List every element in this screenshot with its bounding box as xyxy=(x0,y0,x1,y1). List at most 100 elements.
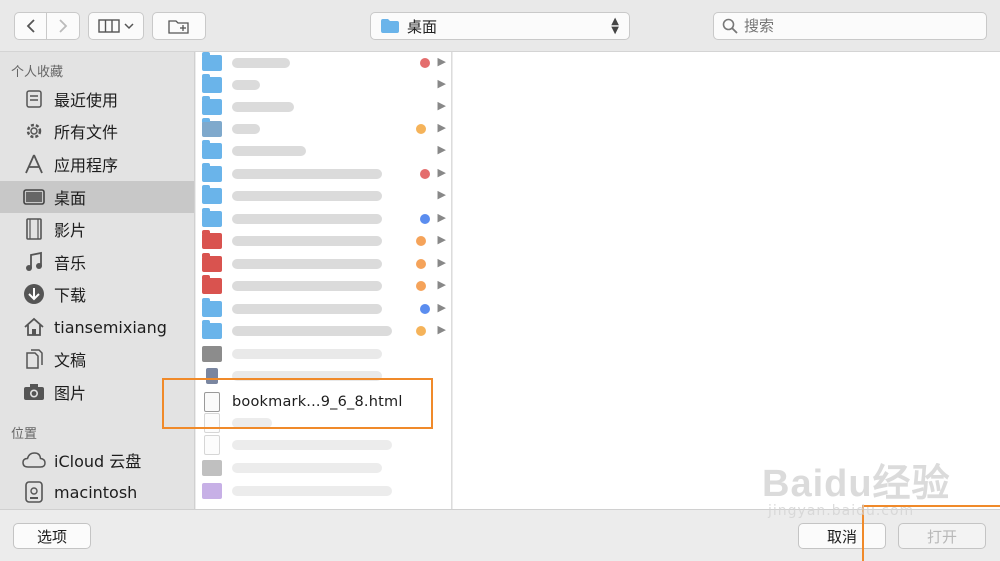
blurred-filename xyxy=(232,169,382,179)
sidebar-item-documents[interactable]: 文稿 xyxy=(0,343,194,375)
list-item[interactable]: ▶ xyxy=(196,163,451,185)
red-tag-icon xyxy=(420,58,430,68)
blurred-filename xyxy=(232,124,260,134)
sidebar-item-label: 影片 xyxy=(54,221,87,240)
folder-icon xyxy=(202,230,222,249)
chevron-right-icon: ▶ xyxy=(437,301,446,314)
folder-icon xyxy=(202,140,222,159)
video-file-icon xyxy=(202,346,222,362)
blurred-filename xyxy=(232,58,290,68)
blurred-filename xyxy=(232,326,392,336)
sidebar-item-home[interactable]: tiansemixiang xyxy=(0,311,194,343)
sidebar-item-recents[interactable]: 最近使用 xyxy=(0,83,194,115)
disk-icon xyxy=(22,480,46,504)
search-field[interactable] xyxy=(713,12,987,40)
bottom-bar: 选项 取消 打开 xyxy=(0,509,1000,561)
chevron-right-icon: ▶ xyxy=(437,166,446,179)
sidebar-item-icloud[interactable]: iCloud 云盘 xyxy=(0,444,194,476)
sidebar-item-label: 文稿 xyxy=(54,351,87,370)
sidebar-item-downloads[interactable]: 下载 xyxy=(0,278,194,310)
list-item[interactable]: ▶ xyxy=(196,185,451,207)
desktop-icon xyxy=(22,185,46,209)
sidebar-item-all-files[interactable]: 所有文件 xyxy=(0,115,194,147)
back-button[interactable] xyxy=(14,12,47,40)
chevron-right-icon: ▶ xyxy=(437,256,446,269)
sidebar-item-desktop[interactable]: 桌面 xyxy=(0,181,194,213)
blurred-filename xyxy=(232,281,382,291)
folder-icon xyxy=(202,74,222,93)
blurred-filename xyxy=(232,191,382,201)
blurred-filename xyxy=(232,236,382,246)
list-item xyxy=(196,457,451,479)
list-item[interactable]: ▶ xyxy=(196,275,451,297)
list-item[interactable]: ▶ xyxy=(196,140,451,162)
chevron-right-icon: ▶ xyxy=(437,143,446,156)
folder-icon xyxy=(202,96,222,115)
recents-icon xyxy=(22,87,46,111)
list-item[interactable]: ▶ xyxy=(196,320,451,342)
options-button[interactable]: 选项 xyxy=(13,523,91,549)
blurred-filename xyxy=(232,486,392,496)
chevron-right-icon xyxy=(59,19,68,33)
folder-icon xyxy=(202,52,222,71)
list-item[interactable]: ▶ xyxy=(196,298,451,320)
orange-tag-icon xyxy=(416,281,426,291)
chevron-right-icon: ▶ xyxy=(437,323,446,336)
orange-tag-icon xyxy=(416,124,426,134)
folder-icon xyxy=(202,253,222,272)
sidebar-item-macintosh[interactable]: macintosh xyxy=(0,476,194,508)
list-item xyxy=(196,343,451,365)
sidebar-item-label: 桌面 xyxy=(54,189,87,208)
list-item[interactable]: ▶ xyxy=(196,118,451,140)
location-label: 桌面 xyxy=(407,17,438,36)
nav-buttons xyxy=(14,12,80,40)
new-folder-button[interactable] xyxy=(152,12,206,40)
blurred-filename xyxy=(232,304,382,314)
preview-pane xyxy=(453,52,1000,509)
highlight-box-open xyxy=(862,505,1000,561)
blurred-filename xyxy=(232,349,382,359)
chevron-right-icon: ▶ xyxy=(437,77,446,90)
list-item[interactable]: ▶ xyxy=(196,52,451,74)
folder-icon xyxy=(202,208,222,227)
applications-icon xyxy=(22,152,46,176)
blurred-filename xyxy=(232,214,382,224)
chevron-right-icon: ▶ xyxy=(437,278,446,291)
list-item[interactable]: ▶ xyxy=(196,74,451,96)
downloads-icon xyxy=(22,282,46,306)
folder-icon xyxy=(202,298,222,317)
sidebar-item-label: macintosh xyxy=(54,482,138,502)
list-item[interactable]: ▶ xyxy=(196,208,451,230)
forward-button[interactable] xyxy=(47,12,80,40)
sidebar-item-applications[interactable]: 应用程序 xyxy=(0,148,194,180)
list-item[interactable]: ▶ xyxy=(196,253,451,275)
view-mode-button[interactable] xyxy=(88,12,144,40)
folder-icon xyxy=(202,320,222,339)
list-item[interactable]: ▶ xyxy=(196,96,451,118)
folder-icon xyxy=(202,185,222,204)
sidebar-item-label: 所有文件 xyxy=(54,123,119,142)
sidebar-item-movies[interactable]: 影片 xyxy=(0,213,194,245)
sidebar-item-label: 图片 xyxy=(54,384,87,403)
chevron-right-icon: ▶ xyxy=(437,55,446,68)
documents-icon xyxy=(22,347,46,371)
sidebar-item-music[interactable]: 音乐 xyxy=(0,246,194,278)
column-view-icon xyxy=(98,19,120,33)
list-item[interactable]: ▶ xyxy=(196,230,451,252)
file-list: ▶ ▶ ▶ ▶ ▶ ▶ ▶ ▶ ▶ ▶ ▶ ▶ ▶ bookmark...9_6… xyxy=(196,52,452,509)
chevron-right-icon: ▶ xyxy=(437,99,446,112)
highlight-box-file xyxy=(162,378,433,429)
orange-tag-icon xyxy=(416,236,426,246)
toolbar: 桌面 ▲ ▼ xyxy=(0,0,1000,52)
blurred-filename xyxy=(232,440,392,450)
chevron-right-icon: ▶ xyxy=(437,211,446,224)
favorites-header: 个人收藏 xyxy=(11,65,64,80)
chevron-left-icon xyxy=(26,19,35,33)
blurred-filename xyxy=(232,102,294,112)
location-popup[interactable]: 桌面 ▲ ▼ xyxy=(370,12,630,40)
search-input[interactable] xyxy=(744,17,974,35)
list-item xyxy=(196,480,451,502)
camera-icon xyxy=(22,380,46,404)
orange-tag-icon xyxy=(416,259,426,269)
home-icon xyxy=(22,315,46,339)
